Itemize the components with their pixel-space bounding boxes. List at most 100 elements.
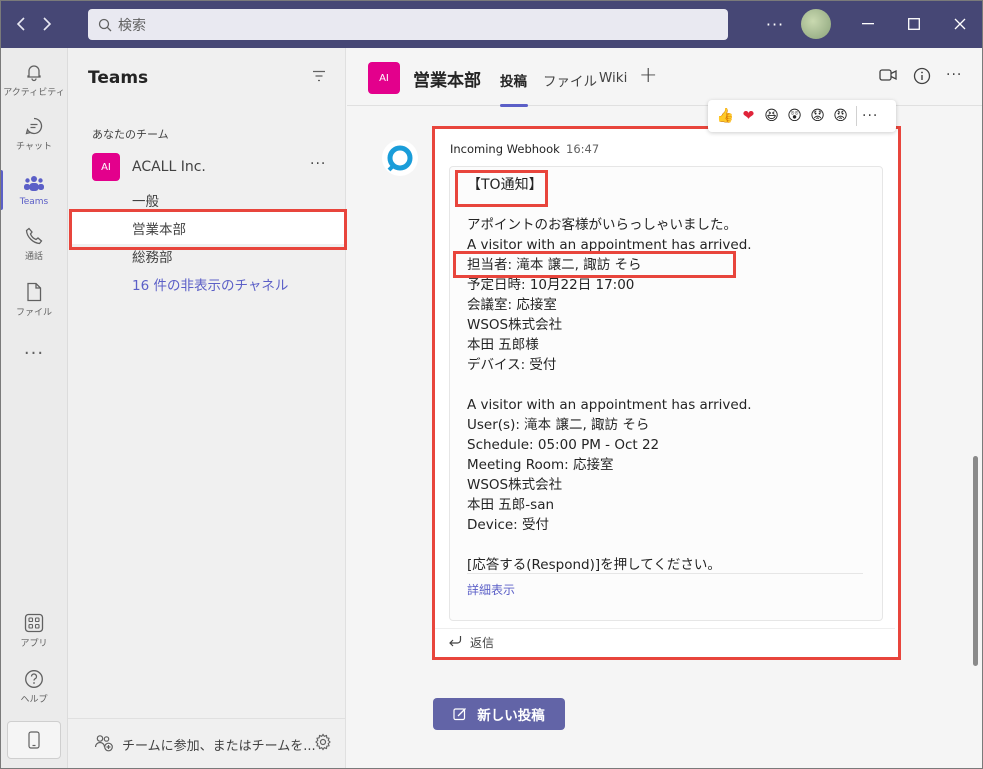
channel-sales[interactable]: 営業本部	[132, 218, 186, 238]
team-name: ACALL Inc.	[132, 159, 206, 175]
rail-label: アプリ	[20, 639, 48, 649]
card-line: 予定日時: 10月22日 17:00	[467, 277, 635, 293]
new-post-label: 新しい投稿	[477, 708, 545, 724]
scrollbar[interactable]	[973, 456, 978, 666]
card-line: 本田 五郎様	[467, 337, 539, 353]
card-line: [応答する(Respond)]を押してください。	[467, 557, 721, 573]
channel-title: 営業本部	[413, 71, 481, 91]
angry-icon[interactable]: 😡	[829, 108, 852, 124]
more-options-icon[interactable]: ···	[757, 15, 793, 34]
card-line: Schedule: 05:00 PM - Oct 22	[467, 437, 660, 453]
phone-icon	[25, 227, 43, 245]
compose-icon	[453, 708, 467, 721]
message-sender: Incoming Webhook	[450, 142, 560, 156]
teams-panel: Teams あなたのチーム AI ACALL Inc. ··· 一般 営業本部 …	[68, 48, 347, 769]
card-line: WSOS株式会社	[467, 317, 563, 333]
rail-item-activity[interactable]: アクティビティ	[0, 52, 68, 108]
close-icon[interactable]	[937, 0, 983, 48]
card-line: デバイス: 受付	[467, 357, 557, 373]
back-arrow-icon[interactable]	[8, 10, 34, 38]
rail-item-teams[interactable]: Teams	[0, 162, 68, 218]
title-bar: 検索 ···	[0, 0, 983, 48]
message-time: 16:47	[566, 142, 600, 156]
reply-icon	[448, 635, 462, 651]
card-line: 本田 五郎-san	[467, 497, 555, 513]
forward-arrow-icon[interactable]	[34, 10, 60, 38]
search-placeholder: 検索	[118, 17, 146, 34]
card-line: A visitor with an appointment has arrive…	[467, 397, 752, 413]
channel-header: AI 営業本部 投稿 ファイル Wiki + ···	[347, 48, 983, 107]
maximize-icon[interactable]	[891, 0, 937, 48]
mobile-download-button[interactable]	[7, 721, 61, 759]
teams-icon	[24, 175, 44, 191]
minimize-icon[interactable]	[845, 0, 891, 48]
adaptive-card: 【TO通知】 アポイントのお客様がいらっしゃいました。 A visitor wi…	[449, 166, 883, 621]
card-line: A visitor with an appointment has arrive…	[467, 237, 752, 253]
apps-icon	[24, 613, 44, 633]
rail-item-apps[interactable]: アプリ	[0, 603, 68, 659]
team-more-icon[interactable]: ···	[310, 156, 326, 172]
file-icon	[27, 282, 42, 302]
app-rail: アクティビティ チャット Teams 通話 ファイル ··· アプリ ヘルプ	[0, 48, 68, 769]
reply-row[interactable]: 返信	[432, 628, 895, 654]
panel-title: Teams	[88, 68, 149, 88]
channel-active-highlight	[70, 212, 345, 244]
video-call-icon[interactable]	[879, 68, 897, 86]
card-line-spacer	[467, 535, 867, 555]
rail-item-files[interactable]: ファイル	[0, 272, 68, 328]
card-line: WSOS株式会社	[467, 477, 563, 493]
webhook-avatar	[382, 140, 418, 176]
card-body: 【TO通知】 アポイントのお客様がいらっしゃいました。 A visitor wi…	[467, 175, 867, 575]
reply-label: 返信	[470, 636, 495, 650]
team-row-acall[interactable]: AI ACALL Inc. ···	[68, 150, 346, 184]
hidden-channels-link[interactable]: 16 件の非表示のチャネル	[132, 274, 288, 294]
channel-general-affairs[interactable]: 総務部	[132, 246, 173, 266]
rail-label: 通話	[24, 252, 43, 262]
card-line-spacer	[467, 195, 867, 215]
message-more-icon[interactable]: ···	[862, 108, 878, 124]
reaction-separator	[856, 106, 857, 126]
new-post-button[interactable]: 新しい投稿	[433, 698, 565, 730]
rail-label: ヘルプ	[20, 695, 48, 705]
rail-item-calls[interactable]: 通話	[0, 216, 68, 272]
help-icon	[25, 670, 43, 688]
webhook-logo-icon	[387, 145, 413, 172]
channel-more-icon[interactable]: ···	[946, 67, 962, 83]
more-apps-icon[interactable]: ···	[0, 343, 68, 364]
panel-footer: チームに参加、またはチームを...	[68, 718, 346, 766]
surprised-icon[interactable]: 😲	[783, 108, 806, 124]
search-icon	[98, 18, 112, 31]
sad-icon[interactable]: 😟	[806, 108, 829, 124]
tab-posts[interactable]: 投稿	[500, 70, 527, 90]
mobile-phone-icon	[28, 731, 40, 749]
rail-label: ファイル	[15, 308, 52, 318]
channel-avatar: AI	[368, 62, 400, 94]
add-tab-button[interactable]: +	[639, 63, 657, 88]
channel-general[interactable]: 一般	[132, 190, 159, 210]
tab-files[interactable]: ファイル	[543, 70, 597, 90]
bell-icon	[27, 65, 41, 82]
rail-label: チャット	[16, 142, 52, 152]
see-more-link[interactable]: 詳細表示	[467, 581, 515, 598]
heart-icon[interactable]: ❤	[737, 108, 760, 124]
card-line: 会議室: 応接室	[467, 297, 557, 313]
user-avatar[interactable]	[801, 9, 831, 39]
card-divider	[467, 573, 863, 574]
tab-wiki[interactable]: Wiki	[599, 70, 627, 86]
info-icon[interactable]	[913, 67, 931, 89]
card-line: Meeting Room: 応接室	[467, 457, 614, 473]
filter-icon[interactable]	[312, 70, 326, 86]
laugh-icon[interactable]: 😆	[760, 108, 783, 124]
rail-item-help[interactable]: ヘルプ	[0, 659, 68, 715]
card-line: 【TO通知】	[467, 177, 543, 193]
card-line: アポイントのお客様がいらっしゃいました。	[467, 217, 737, 233]
rail-item-chat[interactable]: チャット	[0, 106, 68, 162]
search-input[interactable]: 検索	[88, 9, 728, 40]
join-team-icon[interactable]	[94, 734, 114, 756]
gear-icon[interactable]	[314, 733, 332, 755]
thumbs-up-icon[interactable]: 👍	[714, 108, 737, 124]
join-team-link[interactable]: チームに参加、またはチームを...	[122, 735, 316, 754]
chat-icon	[25, 117, 43, 135]
main-area: AI 営業本部 投稿 ファイル Wiki + ··· Incoming Webh…	[347, 48, 983, 769]
message-card: Incoming Webhook 16:47 【TO通知】 アポイントのお客様が…	[432, 128, 901, 658]
